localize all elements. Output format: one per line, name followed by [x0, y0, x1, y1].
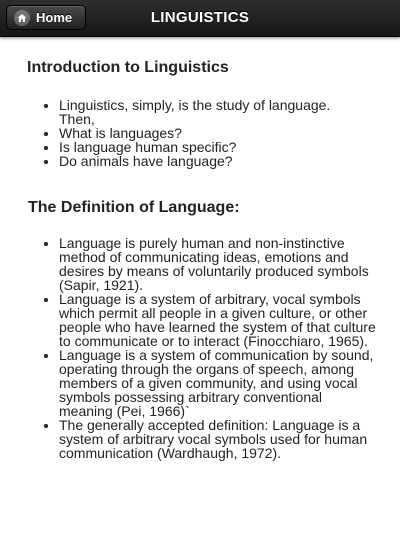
- app-screen: Home LINGUISTICS Introduction to Linguis…: [0, 0, 400, 545]
- section-heading-definition: The Definition of Language:: [28, 199, 240, 216]
- section-heading-introduction: Introduction to Linguistics: [27, 59, 229, 76]
- list-item: Language is a system of communication by…: [59, 348, 379, 418]
- introduction-list: Linguistics, simply, is the study of lan…: [39, 98, 359, 168]
- list-item: Linguistics, simply, is the study of lan…: [59, 98, 359, 126]
- list-item: Is language human specific?: [59, 140, 359, 154]
- header-bar: Home LINGUISTICS: [0, 0, 400, 37]
- definition-list: Language is purely human and non-instinc…: [39, 236, 379, 460]
- home-button-label: Home: [36, 10, 73, 25]
- list-item: The generally accepted definition: Langu…: [59, 418, 379, 460]
- list-item: Do animals have language?: [59, 154, 359, 168]
- home-icon: [14, 9, 30, 26]
- page-title: LINGUISTICS: [150, 9, 250, 26]
- list-item: What is languages?: [59, 126, 359, 140]
- content-area: Introduction to Linguistics Linguistics,…: [0, 37, 400, 545]
- list-item: Language is purely human and non-instinc…: [59, 236, 379, 292]
- list-item: Language is a system of arbitrary, vocal…: [59, 292, 379, 348]
- home-button[interactable]: Home: [6, 5, 86, 30]
